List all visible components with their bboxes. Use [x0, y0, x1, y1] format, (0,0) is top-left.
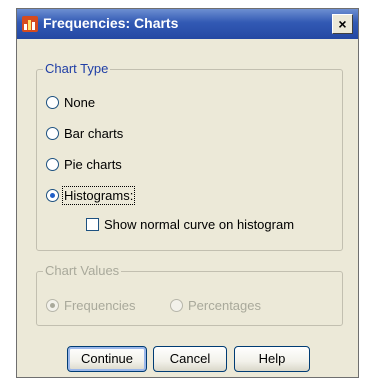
radio-bar-charts[interactable]: Bar charts — [46, 124, 123, 142]
radio-histograms-button[interactable] — [46, 188, 59, 202]
window-title: Frequencies: Charts — [43, 15, 179, 31]
show-normal-curve-label[interactable]: Show normal curve on histogram — [104, 217, 294, 232]
radio-bar-charts-button[interactable] — [46, 126, 59, 140]
radio-frequencies: Frequencies — [46, 296, 136, 314]
chart-type-group: Chart Type None Bar charts Pie charts Hi… — [36, 61, 343, 251]
radio-percentages-label: Percentages — [188, 297, 261, 313]
frequencies-charts-dialog: Frequencies: Charts × Chart Type None Ba… — [16, 8, 359, 378]
radio-pie-charts[interactable]: Pie charts — [46, 155, 122, 173]
close-button[interactable]: × — [332, 14, 353, 34]
spss-app-icon — [22, 16, 38, 32]
radio-frequencies-label: Frequencies — [64, 297, 136, 313]
radio-pie-charts-label[interactable]: Pie charts — [64, 157, 122, 172]
help-button[interactable]: Help — [234, 346, 310, 372]
radio-none-label[interactable]: None — [64, 95, 95, 110]
radio-percentages-button — [170, 298, 183, 312]
radio-histograms[interactable]: Histograms: — [46, 185, 136, 205]
radio-none-button[interactable] — [46, 95, 59, 109]
cancel-button[interactable]: Cancel — [153, 346, 227, 372]
title-bar[interactable]: Frequencies: Charts × — [17, 9, 358, 39]
radio-none[interactable]: None — [46, 93, 95, 111]
radio-bar-charts-label[interactable]: Bar charts — [64, 126, 123, 141]
chart-values-legend: Chart Values — [43, 263, 122, 278]
show-normal-curve-checkbox[interactable] — [86, 217, 99, 231]
chart-type-legend: Chart Type — [43, 61, 111, 76]
radio-pie-charts-button[interactable] — [46, 157, 59, 171]
radio-percentages: Percentages — [170, 296, 261, 314]
radio-frequencies-button — [46, 298, 59, 312]
chart-values-group: Chart Values Frequencies Percentages — [36, 263, 343, 326]
radio-histograms-label[interactable]: Histograms: — [61, 185, 136, 205]
show-normal-curve[interactable]: Show normal curve on histogram — [86, 215, 294, 233]
continue-button[interactable]: Continue — [67, 346, 147, 372]
close-icon: × — [338, 16, 347, 32]
